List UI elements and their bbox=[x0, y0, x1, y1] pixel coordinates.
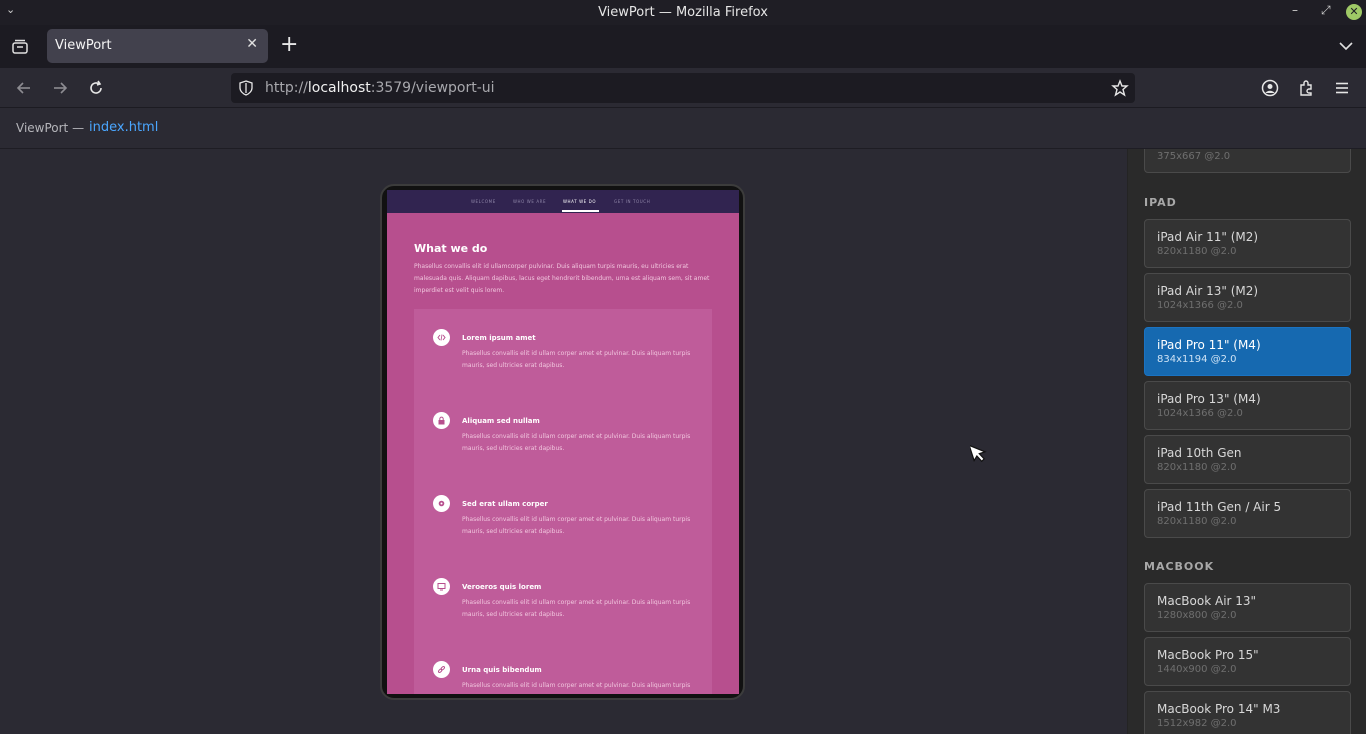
device-name: iPad Pro 13" (M4) bbox=[1157, 392, 1261, 406]
forward-icon[interactable] bbox=[51, 79, 69, 97]
device-resolution: 1512x982 @2.0 bbox=[1157, 718, 1237, 729]
maximize-icon[interactable]: ⤢ bbox=[1321, 3, 1331, 18]
app-menu-icon[interactable] bbox=[1333, 79, 1351, 97]
feature-text: Phasellus convallis elit id ullam corper… bbox=[462, 350, 691, 369]
feature-title: Urna quis bibendum bbox=[462, 666, 542, 674]
device-resolution: 820x1180 @2.0 bbox=[1157, 516, 1237, 527]
device-card[interactable]: iPad 10th Gen 820x1180 @2.0 bbox=[1144, 435, 1351, 484]
tracking-protection-icon[interactable] bbox=[238, 80, 254, 96]
reload-icon[interactable] bbox=[87, 79, 105, 97]
extensions-icon[interactable] bbox=[1297, 79, 1315, 97]
site-nav-welcome[interactable]: WELCOME bbox=[471, 199, 496, 204]
device-name: iPad Pro 11" (M4) bbox=[1157, 338, 1261, 352]
device-frame: WELCOME WHO WE ARE WHAT WE DO GET IN TOU… bbox=[380, 184, 745, 700]
page-content: ViewPort — index.html WELCOME WHO WE ARE… bbox=[0, 108, 1366, 734]
device-resolution: 1440x900 @2.0 bbox=[1157, 664, 1237, 675]
site-nav-what-we-do[interactable]: WHAT WE DO bbox=[563, 199, 596, 204]
device-card-selected[interactable]: iPad Pro 11" (M4) 834x1194 @2.0 bbox=[1144, 327, 1351, 376]
bookmark-star-icon[interactable] bbox=[1111, 79, 1129, 97]
device-card-partial[interactable]: 375x667 @2.0 bbox=[1144, 149, 1351, 173]
device-resolution: 1024x1366 @2.0 bbox=[1157, 408, 1243, 419]
file-link[interactable]: index.html bbox=[89, 120, 158, 135]
link-icon bbox=[433, 661, 450, 678]
code-icon bbox=[433, 329, 450, 346]
new-tab-icon[interactable]: + bbox=[280, 34, 298, 56]
url-text[interactable]: http://localhost:3579/viewport-ui bbox=[265, 80, 495, 96]
tab-overview-icon[interactable] bbox=[10, 37, 30, 57]
device-resolution: 820x1180 @2.0 bbox=[1157, 246, 1237, 257]
gear-icon bbox=[433, 495, 450, 512]
group-label-macbook: MACBOOK bbox=[1144, 560, 1215, 573]
site-nav: WELCOME WHO WE ARE WHAT WE DO GET IN TOU… bbox=[387, 190, 739, 213]
url-bar[interactable]: http://localhost:3579/viewport-ui bbox=[231, 73, 1135, 103]
list-all-tabs-icon[interactable] bbox=[1337, 37, 1355, 55]
section-description: Phasellus convallis elit id ullamcorper … bbox=[414, 263, 710, 294]
feature-text: Phasellus convallis elit id ullam corper… bbox=[462, 599, 691, 618]
preview-stage: WELCOME WHO WE ARE WHAT WE DO GET IN TOU… bbox=[0, 149, 1127, 734]
device-resolution: 1280x800 @2.0 bbox=[1157, 610, 1237, 621]
device-card[interactable]: MacBook Pro 14" M3 1512x982 @2.0 bbox=[1144, 691, 1351, 734]
tab-close-icon[interactable]: ✕ bbox=[246, 36, 258, 52]
feature-text: Phasellus convallis elit id ullam corper… bbox=[462, 682, 691, 689]
tab-label: ViewPort bbox=[55, 38, 112, 53]
navigation-toolbar: http://localhost:3579/viewport-ui bbox=[0, 68, 1366, 108]
device-name: iPad 11th Gen / Air 5 bbox=[1157, 500, 1282, 514]
device-resolution: 834x1194 @2.0 bbox=[1157, 354, 1237, 365]
desktop-icon bbox=[433, 578, 450, 595]
device-name: iPad 10th Gen bbox=[1157, 446, 1242, 460]
device-name: MacBook Pro 14" M3 bbox=[1157, 702, 1281, 716]
site-nav-get-in-touch[interactable]: GET IN TOUCH bbox=[614, 199, 650, 204]
app-brand: ViewPort — bbox=[16, 121, 85, 135]
mouse-cursor-icon bbox=[970, 444, 987, 463]
device-resolution: 375x667 @2.0 bbox=[1157, 151, 1231, 162]
tab-strip: ViewPort ✕ + bbox=[0, 25, 1366, 68]
app-header: ViewPort — index.html bbox=[0, 108, 1366, 149]
device-card[interactable]: MacBook Pro 15" 1440x900 @2.0 bbox=[1144, 637, 1351, 686]
device-card[interactable]: iPad Pro 13" (M4) 1024x1366 @2.0 bbox=[1144, 381, 1351, 430]
device-resolution: 820x1180 @2.0 bbox=[1157, 462, 1237, 473]
window-titlebar: ⌄ ViewPort — Mozilla Firefox – ⤢ ✕ bbox=[0, 0, 1366, 25]
device-resolution: 1024x1366 @2.0 bbox=[1157, 300, 1243, 311]
back-icon[interactable] bbox=[15, 79, 33, 97]
feature-title: Veroeros quis lorem bbox=[462, 583, 542, 591]
device-card[interactable]: iPad Air 11" (M2) 820x1180 @2.0 bbox=[1144, 219, 1351, 268]
account-icon[interactable] bbox=[1261, 79, 1279, 97]
feature-title: Sed erat ullam corper bbox=[462, 500, 548, 508]
window-title: ViewPort — Mozilla Firefox bbox=[598, 5, 768, 20]
section-title: What we do bbox=[414, 242, 488, 255]
device-card[interactable]: MacBook Air 13" 1280x800 @2.0 bbox=[1144, 583, 1351, 632]
features-panel: Lorem ipsum amet Phasellus convallis eli… bbox=[414, 309, 712, 694]
feature-text: Phasellus convallis elit id ullam corper… bbox=[462, 516, 691, 535]
lock-icon bbox=[433, 412, 450, 429]
device-sidebar: 375x667 @2.0 IPAD iPad Air 11" (M2) 820x… bbox=[1127, 149, 1366, 734]
site-nav-who-we-are[interactable]: WHO WE ARE bbox=[513, 199, 546, 204]
device-name: MacBook Pro 15" bbox=[1157, 648, 1259, 662]
device-screen[interactable]: WELCOME WHO WE ARE WHAT WE DO GET IN TOU… bbox=[387, 190, 739, 694]
site-nav-active-underline bbox=[562, 210, 599, 212]
group-label-ipad: IPAD bbox=[1144, 196, 1177, 209]
device-name: iPad Air 11" (M2) bbox=[1157, 230, 1259, 244]
device-card[interactable]: iPad 11th Gen / Air 5 820x1180 @2.0 bbox=[1144, 489, 1351, 538]
feature-text: Phasellus convallis elit id ullam corper… bbox=[462, 433, 691, 452]
minimize-icon[interactable]: – bbox=[1292, 3, 1298, 17]
feature-title: Lorem ipsum amet bbox=[462, 334, 536, 342]
device-card[interactable]: iPad Air 13" (M2) 1024x1366 @2.0 bbox=[1144, 273, 1351, 322]
device-name: iPad Air 13" (M2) bbox=[1157, 284, 1259, 298]
feature-title: Aliquam sed nullam bbox=[462, 417, 540, 425]
tab-viewport[interactable]: ViewPort ✕ bbox=[47, 29, 268, 63]
close-window-icon[interactable]: ✕ bbox=[1346, 4, 1362, 20]
device-name: MacBook Air 13" bbox=[1157, 594, 1257, 608]
